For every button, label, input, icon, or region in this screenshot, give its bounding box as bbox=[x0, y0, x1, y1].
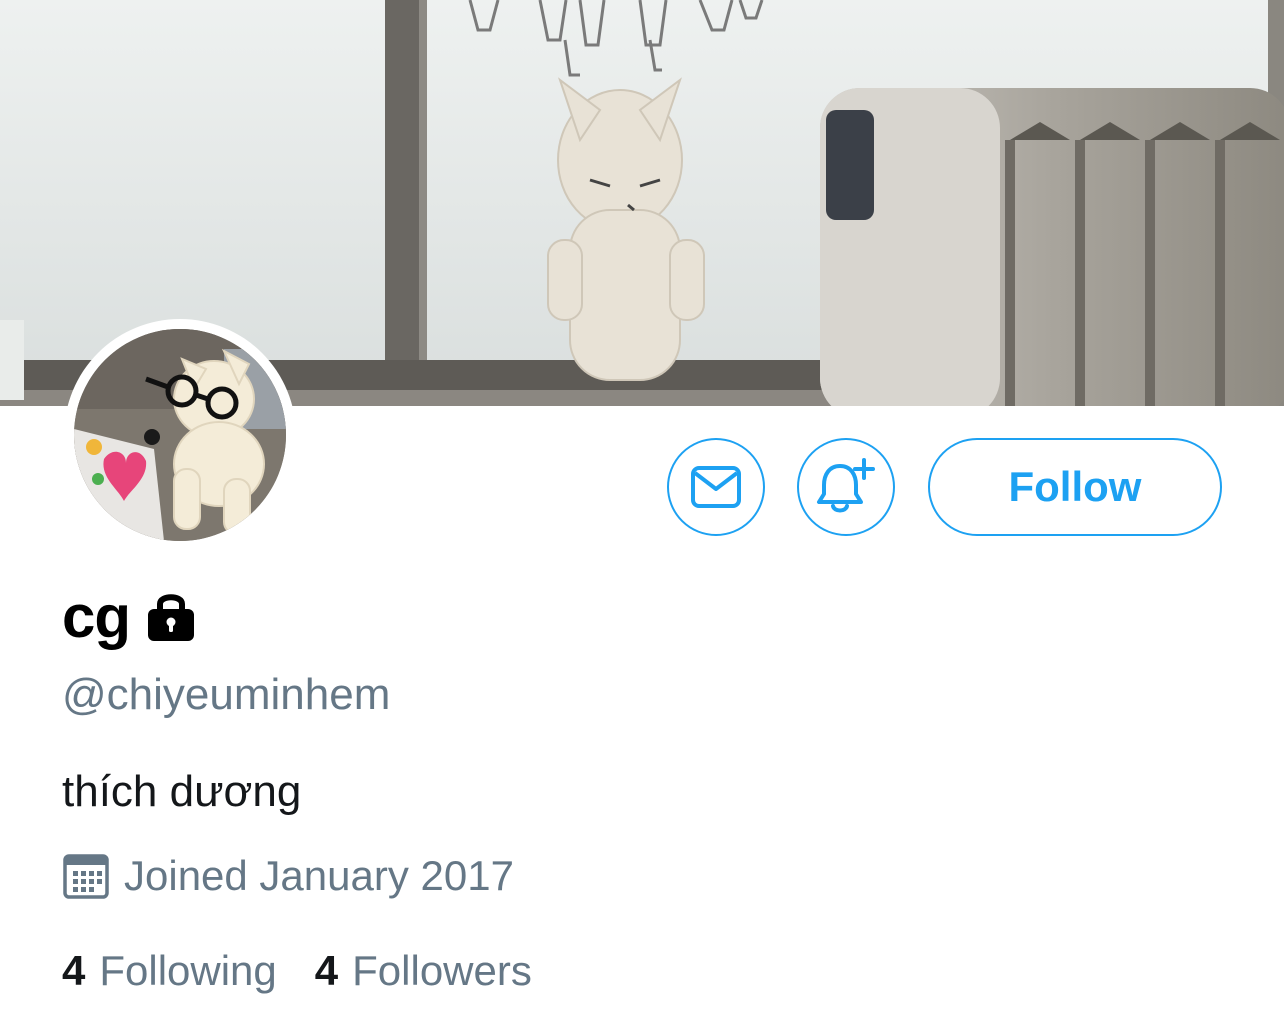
following-link[interactable]: 4 Following bbox=[62, 947, 277, 995]
lock-icon bbox=[148, 593, 195, 641]
following-label: Following bbox=[99, 947, 277, 994]
display-name: cg bbox=[62, 583, 131, 650]
profile-bio: thích dương bbox=[62, 767, 302, 816]
avatar[interactable] bbox=[64, 319, 296, 551]
avatar-image bbox=[74, 329, 286, 541]
followers-label: Followers bbox=[352, 947, 532, 994]
followers-count: 4 bbox=[314, 947, 339, 994]
follow-button[interactable]: Follow bbox=[928, 438, 1222, 536]
notifications-button[interactable] bbox=[797, 438, 895, 536]
bell-plus-icon bbox=[817, 458, 875, 513]
name-row: cg bbox=[62, 582, 196, 651]
followers-link[interactable]: 4 Followers bbox=[315, 947, 532, 995]
follow-button-label: Follow bbox=[1008, 463, 1142, 510]
follow-stats: 4 Following 4 Followers bbox=[62, 947, 532, 995]
envelope-icon bbox=[691, 466, 741, 508]
message-button[interactable] bbox=[667, 438, 765, 536]
following-count: 4 bbox=[62, 947, 86, 994]
joined-date-text: Joined January 2017 bbox=[124, 852, 514, 899]
joined-date: Joined January 2017 bbox=[62, 852, 514, 900]
username-handle: @chiyeuminhem bbox=[62, 670, 391, 719]
profile-page: Follow cg @chiyeuminhem thích dương Join… bbox=[0, 0, 1284, 1029]
calendar-icon bbox=[63, 854, 109, 899]
